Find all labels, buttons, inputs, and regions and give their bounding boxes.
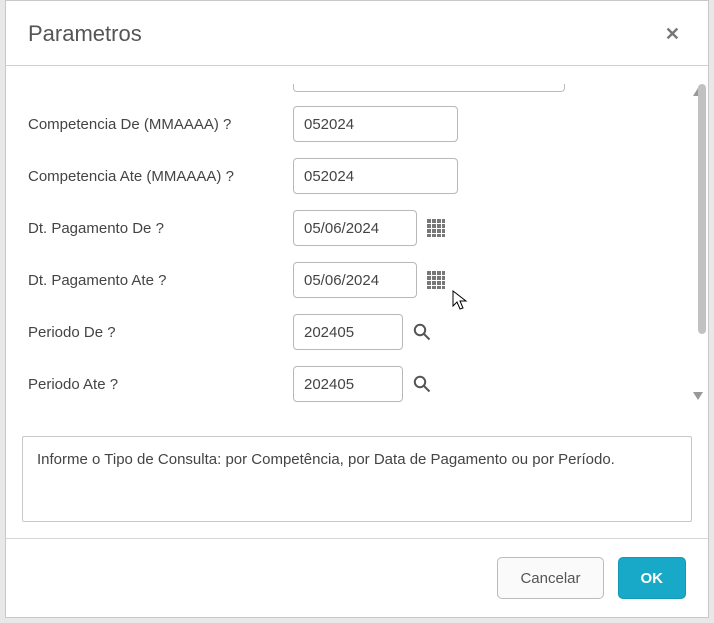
row-dt-pagamento-ate: Dt. Pagamento Ate ? (28, 262, 668, 298)
calendar-button-dt-pagamento-ate[interactable] (427, 271, 445, 289)
input-competencia-de[interactable] (293, 106, 458, 142)
row-dt-pagamento-de: Dt. Pagamento De ? (28, 210, 668, 246)
search-icon (413, 323, 431, 341)
scroll-down-icon (693, 392, 703, 400)
dialog-header: Parametros ✕ (6, 1, 708, 66)
row-competencia-de: Competencia De (MMAAAA) ? (28, 106, 668, 142)
scrollbar[interactable] (694, 84, 706, 404)
search-button-periodo-ate[interactable] (413, 375, 431, 393)
help-panel: Informe o Tipo de Consulta: por Competên… (22, 436, 692, 522)
close-icon: ✕ (665, 24, 680, 44)
row-periodo-de: Periodo De ? (28, 314, 668, 350)
label-periodo-de: Periodo De ? (28, 324, 293, 341)
truncated-previous-field (28, 84, 668, 92)
dialog-footer: Cancelar OK (6, 539, 708, 617)
calendar-icon (427, 219, 445, 237)
parametros-dialog: Parametros ✕ Competencia De (MMAAAA) ? C… (5, 0, 709, 618)
row-competencia-ate: Competencia Ate (MMAAAA) ? (28, 158, 668, 194)
dialog-body: Competencia De (MMAAAA) ? Competencia At… (6, 66, 708, 424)
truncated-input-bottom (293, 84, 565, 92)
input-competencia-ate[interactable] (293, 158, 458, 194)
input-periodo-ate[interactable] (293, 366, 403, 402)
calendar-button-dt-pagamento-de[interactable] (427, 219, 445, 237)
label-dt-pagamento-ate: Dt. Pagamento Ate ? (28, 272, 293, 289)
close-button[interactable]: ✕ (659, 22, 686, 47)
cancel-button[interactable]: Cancelar (497, 557, 603, 599)
label-periodo-ate: Periodo Ate ? (28, 376, 293, 393)
label-dt-pagamento-de: Dt. Pagamento De ? (28, 220, 293, 237)
ok-button[interactable]: OK (618, 557, 687, 599)
scrollbar-thumb[interactable] (698, 84, 706, 334)
calendar-icon (427, 271, 445, 289)
label-competencia-ate: Competencia Ate (MMAAAA) ? (28, 168, 293, 185)
input-periodo-de[interactable] (293, 314, 403, 350)
help-text: Informe o Tipo de Consulta: por Competên… (37, 451, 677, 468)
input-dt-pagamento-de[interactable] (293, 210, 417, 246)
search-icon (413, 375, 431, 393)
row-periodo-ate: Periodo Ate ? (28, 366, 668, 402)
input-dt-pagamento-ate[interactable] (293, 262, 417, 298)
search-button-periodo-de[interactable] (413, 323, 431, 341)
dialog-title: Parametros (28, 21, 142, 47)
label-competencia-de: Competencia De (MMAAAA) ? (28, 116, 293, 133)
form-scroll-area[interactable]: Competencia De (MMAAAA) ? Competencia At… (6, 66, 690, 424)
